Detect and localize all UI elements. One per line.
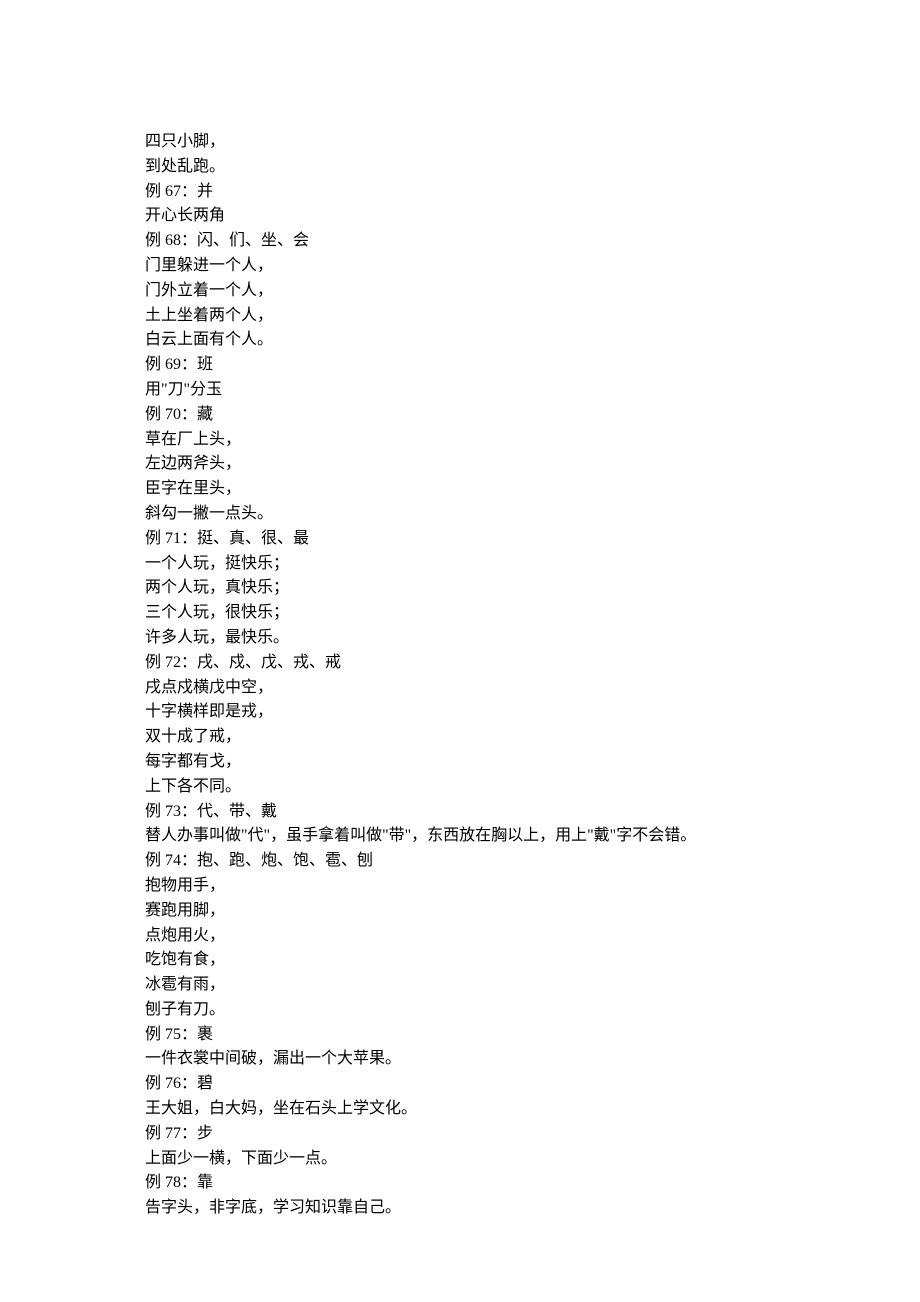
text-line: 门外立着一个人，	[145, 279, 775, 304]
text-line: 许多人玩，最快乐。	[145, 626, 775, 651]
text-line: 土上坐着两个人，	[145, 304, 775, 329]
text-line: 斜勾一撇一点头。	[145, 502, 775, 527]
text-line: 上下各不同。	[145, 775, 775, 800]
text-line: 草在厂上头，	[145, 428, 775, 453]
text-line: 例 78：靠	[145, 1171, 775, 1196]
text-line: 例 72：戌、戍、戊、戎、戒	[145, 651, 775, 676]
text-line: 两个人玩，真快乐；	[145, 576, 775, 601]
text-line: 例 71：挺、真、很、最	[145, 527, 775, 552]
text-line: 每字都有戈，	[145, 750, 775, 775]
text-line: 一件衣裳中间破，漏出一个大苹果。	[145, 1047, 775, 1072]
text-line: 一个人玩，挺快乐；	[145, 552, 775, 577]
text-line: 例 77：步	[145, 1122, 775, 1147]
text-line: 赛跑用脚，	[145, 899, 775, 924]
text-line: 吃饱有食，	[145, 948, 775, 973]
text-line: 开心长两角	[145, 204, 775, 229]
text-line: 冰雹有雨，	[145, 973, 775, 998]
text-line: 四只小脚，	[145, 130, 775, 155]
text-line: 上面少一横，下面少一点。	[145, 1147, 775, 1172]
text-line: 臣字在里头，	[145, 477, 775, 502]
text-line: 例 74：抱、跑、炮、饱、雹、刨	[145, 849, 775, 874]
text-line: 例 68：闪、们、坐、会	[145, 229, 775, 254]
text-line: 替人办事叫做"代"，虽手拿着叫做"带"，东西放在胸以上，用上"戴"字不会错。	[145, 824, 775, 849]
text-line: 王大姐，白大妈，坐在石头上学文化。	[145, 1097, 775, 1122]
text-line: 用"刀"分玉	[145, 378, 775, 403]
text-line: 例 73：代、带、戴	[145, 800, 775, 825]
text-line: 三个人玩，很快乐；	[145, 601, 775, 626]
text-line: 十字横样即是戎，	[145, 700, 775, 725]
text-line: 抱物用手，	[145, 874, 775, 899]
text-line: 门里躲进一个人，	[145, 254, 775, 279]
text-line: 白云上面有个人。	[145, 328, 775, 353]
text-line: 左边两斧头，	[145, 452, 775, 477]
text-line: 到处乱跑。	[145, 155, 775, 180]
text-line: 戌点戍横戊中空，	[145, 676, 775, 701]
text-line: 例 70：藏	[145, 403, 775, 428]
text-line: 点炮用火，	[145, 924, 775, 949]
text-line: 例 69：班	[145, 353, 775, 378]
text-line: 例 76：碧	[145, 1072, 775, 1097]
document-content: 四只小脚， 到处乱跑。 例 67：并 开心长两角 例 68：闪、们、坐、会 门里…	[145, 130, 775, 1221]
text-line: 刨子有刀。	[145, 998, 775, 1023]
text-line: 双十成了戒，	[145, 725, 775, 750]
text-line: 例 67：并	[145, 180, 775, 205]
text-line: 告字头，非字底，学习知识靠自己。	[145, 1196, 775, 1221]
text-line: 例 75：裹	[145, 1023, 775, 1048]
